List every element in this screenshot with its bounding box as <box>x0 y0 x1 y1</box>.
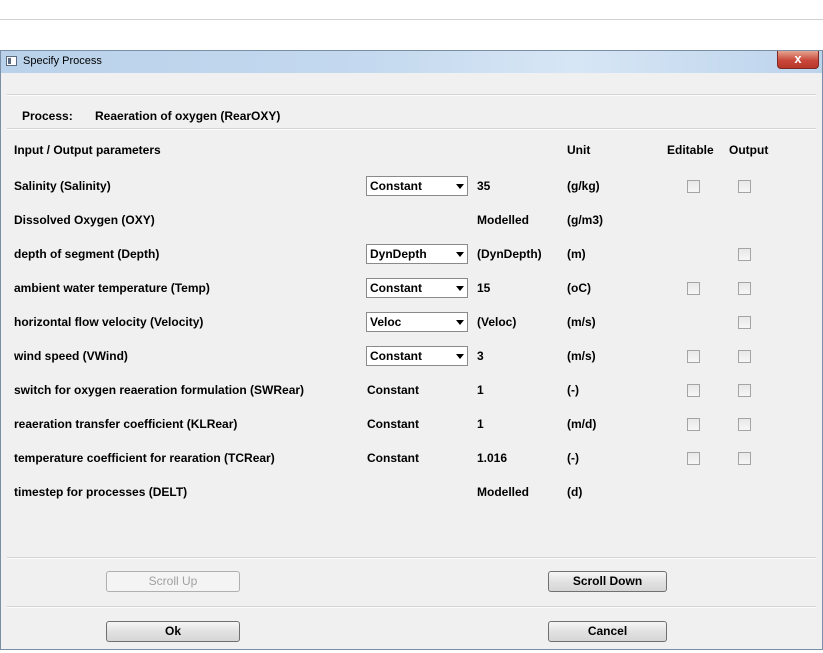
process-label: Process: <box>22 109 73 123</box>
parameter-row: switch for oxygen reaeration formulation… <box>1 380 822 402</box>
specify-process-dialog: Specify Process x Process: Reaeration of… <box>0 50 823 650</box>
editable-checkbox[interactable] <box>687 452 700 465</box>
source-dropdown[interactable]: Constant <box>366 346 468 366</box>
parameter-name: Salinity (Salinity) <box>14 179 111 193</box>
parameter-unit: (oC) <box>567 281 591 295</box>
parameter-name: depth of segment (Depth) <box>14 247 160 261</box>
chevron-down-icon <box>456 354 464 359</box>
output-checkbox[interactable] <box>738 452 751 465</box>
source-dropdown-value: Veloc <box>370 315 402 329</box>
parameter-unit: (d) <box>567 485 583 499</box>
output-checkbox[interactable] <box>738 180 751 193</box>
separator <box>7 557 816 559</box>
parameter-value: (Veloc) <box>477 315 517 329</box>
parameter-row: wind speed (VWind) Constant 3 (m/s) <box>1 346 822 368</box>
parameter-name: ambient water temperature (Temp) <box>14 281 210 295</box>
header-unit: Unit <box>567 143 591 157</box>
parameter-unit: (g/m3) <box>567 213 603 227</box>
parameter-unit: (m/s) <box>567 315 596 329</box>
scroll-down-button[interactable]: Scroll Down <box>548 571 667 592</box>
separator <box>7 94 816 96</box>
parameter-unit: (-) <box>567 383 579 397</box>
separator <box>7 128 816 130</box>
output-checkbox[interactable] <box>738 282 751 295</box>
editable-checkbox[interactable] <box>687 384 700 397</box>
parameter-value: 1.016 <box>477 451 508 465</box>
output-checkbox[interactable] <box>738 316 751 329</box>
parameter-row: temperature coefficient for rearation (T… <box>1 448 822 470</box>
parameter-row: Dissolved Oxygen (OXY) Modelled (g/m3) <box>1 210 822 232</box>
chevron-down-icon <box>456 184 464 189</box>
header-editable: Editable <box>667 143 714 157</box>
chevron-down-icon <box>456 286 464 291</box>
parameter-unit: (-) <box>567 451 579 465</box>
parameter-name: horizontal flow velocity (Velocity) <box>14 315 204 329</box>
parameter-name: Dissolved Oxygen (OXY) <box>14 213 155 227</box>
scroll-up-button[interactable]: Scroll Up <box>106 571 240 592</box>
parameter-unit: (g/kg) <box>567 179 600 193</box>
parameter-row: depth of segment (Depth) DynDepth (DynDept… <box>1 244 822 266</box>
parameter-value: Modelled <box>477 485 530 499</box>
parameter-row: reaeration transfer coefficient (KLRear)… <box>1 414 822 436</box>
editable-checkbox[interactable] <box>687 282 700 295</box>
editable-checkbox[interactable] <box>687 180 700 193</box>
chevron-down-icon <box>456 252 464 257</box>
parameter-value: 35 <box>477 179 491 193</box>
top-divider <box>0 19 823 20</box>
ok-button[interactable]: Ok <box>106 621 240 642</box>
parameter-row: timestep for processes (DELT) Modelled (d) <box>1 482 822 504</box>
separator <box>7 606 816 608</box>
output-checkbox[interactable] <box>738 350 751 363</box>
parameter-value: 1 <box>477 417 484 431</box>
source-dropdown-value: Constant <box>370 281 422 295</box>
chevron-down-icon <box>456 320 464 325</box>
parameter-unit: (m/s) <box>567 349 596 363</box>
source-dropdown-value: Constant <box>370 349 422 363</box>
output-checkbox[interactable] <box>738 248 751 261</box>
source-dropdown-value: DynDepth <box>370 247 427 261</box>
source-dropdown[interactable]: Constant <box>366 176 468 196</box>
parameter-name: temperature coefficient for rearation (T… <box>14 451 275 465</box>
cancel-button[interactable]: Cancel <box>548 621 667 642</box>
source-dropdown-value: Constant <box>370 179 422 193</box>
source-text: Constant <box>367 451 419 465</box>
parameter-name: switch for oxygen reaeration formulation… <box>14 383 305 397</box>
editable-checkbox[interactable] <box>687 350 700 363</box>
parameter-unit: (m) <box>567 247 586 261</box>
parameter-row: horizontal flow velocity (Velocity) Veloc… <box>1 312 822 334</box>
parameter-value: 15 <box>477 281 491 295</box>
process-name: Reaeration of oxygen (RearOXY) <box>95 109 281 123</box>
editable-checkbox[interactable] <box>687 418 700 431</box>
parameter-value: 3 <box>477 349 484 363</box>
close-button[interactable]: x <box>777 51 819 69</box>
parameter-name: timestep for processes (DELT) <box>14 485 188 499</box>
parameter-value: Modelled <box>477 213 530 227</box>
output-checkbox[interactable] <box>738 384 751 397</box>
parameter-unit: (m/d) <box>567 417 597 431</box>
header-output: Output <box>729 143 769 157</box>
window-icon <box>6 56 17 66</box>
source-dropdown[interactable]: Constant <box>366 278 468 298</box>
header-parameters: Input / Output parameters <box>14 143 161 157</box>
source-text: Constant <box>367 383 419 397</box>
parameter-value: (DynDepth) <box>477 247 542 261</box>
parameter-name: wind speed (VWind) <box>14 349 128 363</box>
parameter-value: 1 <box>477 383 484 397</box>
parameter-name: reaeration transfer coefficient (KLRear) <box>14 417 238 431</box>
source-text: Constant <box>367 417 419 431</box>
parameter-row: Salinity (Salinity) Constant 35 (g/kg) <box>1 176 822 198</box>
close-icon: x <box>794 51 802 66</box>
window-title: Specify Process <box>23 55 102 67</box>
source-dropdown[interactable]: DynDepth <box>366 244 468 264</box>
parameter-row: ambient water temperature (Temp) Constant… <box>1 278 822 300</box>
title-bar[interactable]: Specify Process x <box>1 51 822 73</box>
source-dropdown[interactable]: Veloc <box>366 312 468 332</box>
output-checkbox[interactable] <box>738 418 751 431</box>
